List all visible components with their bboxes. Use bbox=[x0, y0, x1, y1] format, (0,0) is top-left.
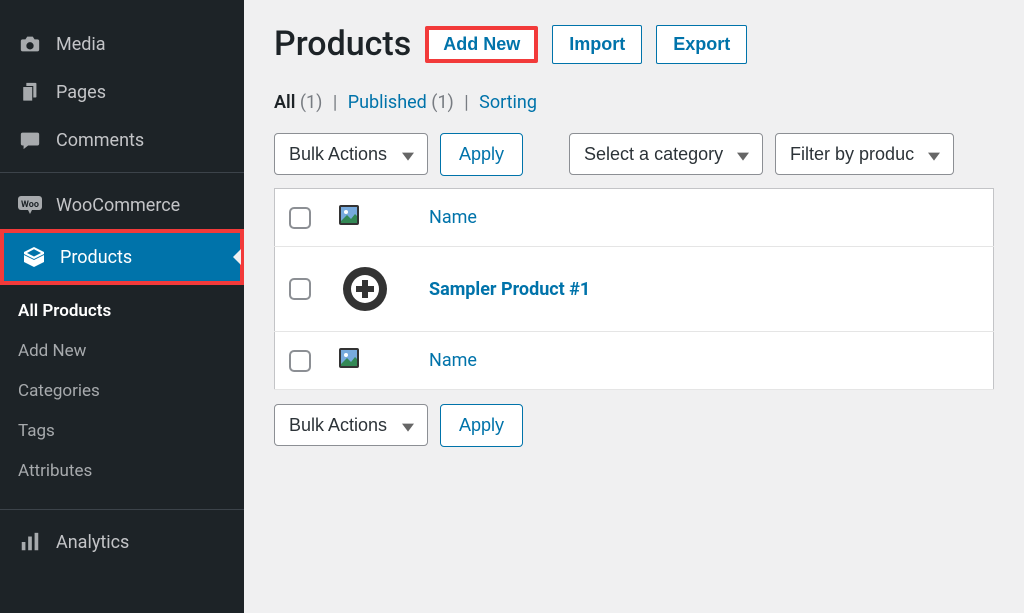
sidebar-item-products[interactable]: Products bbox=[0, 229, 244, 285]
menu-separator bbox=[0, 509, 244, 510]
comment-icon bbox=[18, 128, 42, 152]
table-row: Sampler Product #1 bbox=[275, 247, 994, 332]
column-name[interactable]: Name bbox=[415, 189, 994, 247]
column-name-footer[interactable]: Name bbox=[415, 332, 994, 390]
bottom-filters: Bulk Actions Apply bbox=[274, 404, 994, 447]
sidebar-item-label: Analytics bbox=[56, 532, 129, 553]
sidebar-item-comments[interactable]: Comments bbox=[0, 116, 244, 164]
export-button[interactable]: Export bbox=[656, 25, 747, 64]
submenu-categories[interactable]: Categories bbox=[0, 371, 244, 411]
apply-bulk-button-bottom[interactable]: Apply bbox=[440, 404, 523, 447]
submenu-tags[interactable]: Tags bbox=[0, 411, 244, 451]
sidebar-item-media[interactable]: Media bbox=[0, 20, 244, 68]
main-content: Products Add New Import Export All (1) |… bbox=[244, 0, 1024, 613]
select-all-checkbox[interactable] bbox=[289, 207, 311, 229]
box-icon bbox=[22, 245, 46, 269]
page-title: Products bbox=[274, 24, 411, 64]
filter-sorting[interactable]: Sorting bbox=[479, 92, 537, 113]
admin-sidebar: Media Pages Comments Woo WooCommerce bbox=[0, 0, 244, 613]
select-all-checkbox-footer[interactable] bbox=[289, 350, 311, 372]
stats-icon bbox=[18, 530, 42, 554]
filter-published[interactable]: Published (1) bbox=[348, 92, 459, 113]
product-thumbnail[interactable] bbox=[339, 263, 391, 315]
sidebar-item-pages[interactable]: Pages bbox=[0, 68, 244, 116]
status-filters: All (1) | Published (1) | Sorting bbox=[274, 92, 994, 113]
products-submenu: All Products Add New Categories Tags Att… bbox=[0, 285, 244, 501]
import-button[interactable]: Import bbox=[552, 25, 642, 64]
product-name-link[interactable]: Sampler Product #1 bbox=[429, 279, 590, 300]
top-filters: Bulk Actions Apply Select a category Fil… bbox=[274, 133, 994, 176]
category-select[interactable]: Select a category bbox=[569, 133, 763, 175]
sidebar-item-label: Comments bbox=[56, 130, 144, 151]
add-new-button[interactable]: Add New bbox=[425, 26, 538, 63]
submenu-all-products[interactable]: All Products bbox=[0, 291, 244, 331]
svg-text:Woo: Woo bbox=[21, 200, 39, 210]
menu-separator bbox=[0, 172, 244, 173]
pages-icon bbox=[18, 80, 42, 104]
sidebar-item-label: Media bbox=[56, 34, 106, 55]
image-icon bbox=[339, 205, 359, 225]
filter-all[interactable]: All (1) bbox=[274, 92, 327, 113]
bulk-actions-select[interactable]: Bulk Actions bbox=[274, 133, 428, 175]
sidebar-item-label: WooCommerce bbox=[56, 195, 180, 216]
camera-icon bbox=[18, 32, 42, 56]
page-header: Products Add New Import Export bbox=[274, 24, 994, 64]
sidebar-item-woocommerce[interactable]: Woo WooCommerce bbox=[0, 181, 244, 229]
column-image-footer bbox=[325, 332, 415, 390]
column-image bbox=[325, 189, 415, 247]
sidebar-item-analytics[interactable]: Analytics bbox=[0, 518, 244, 566]
submenu-attributes[interactable]: Attributes bbox=[0, 451, 244, 491]
sidebar-item-label: Pages bbox=[56, 82, 106, 103]
submenu-add-new[interactable]: Add New bbox=[0, 331, 244, 371]
product-type-select[interactable]: Filter by produc bbox=[775, 133, 954, 175]
image-icon bbox=[339, 348, 359, 368]
sidebar-item-label: Products bbox=[60, 247, 132, 268]
apply-bulk-button[interactable]: Apply bbox=[440, 133, 523, 176]
row-checkbox[interactable] bbox=[289, 278, 311, 300]
bulk-actions-select-bottom[interactable]: Bulk Actions bbox=[274, 404, 428, 446]
products-table: Name Sampler Product #1 bbox=[274, 188, 994, 390]
woo-icon: Woo bbox=[18, 193, 42, 217]
